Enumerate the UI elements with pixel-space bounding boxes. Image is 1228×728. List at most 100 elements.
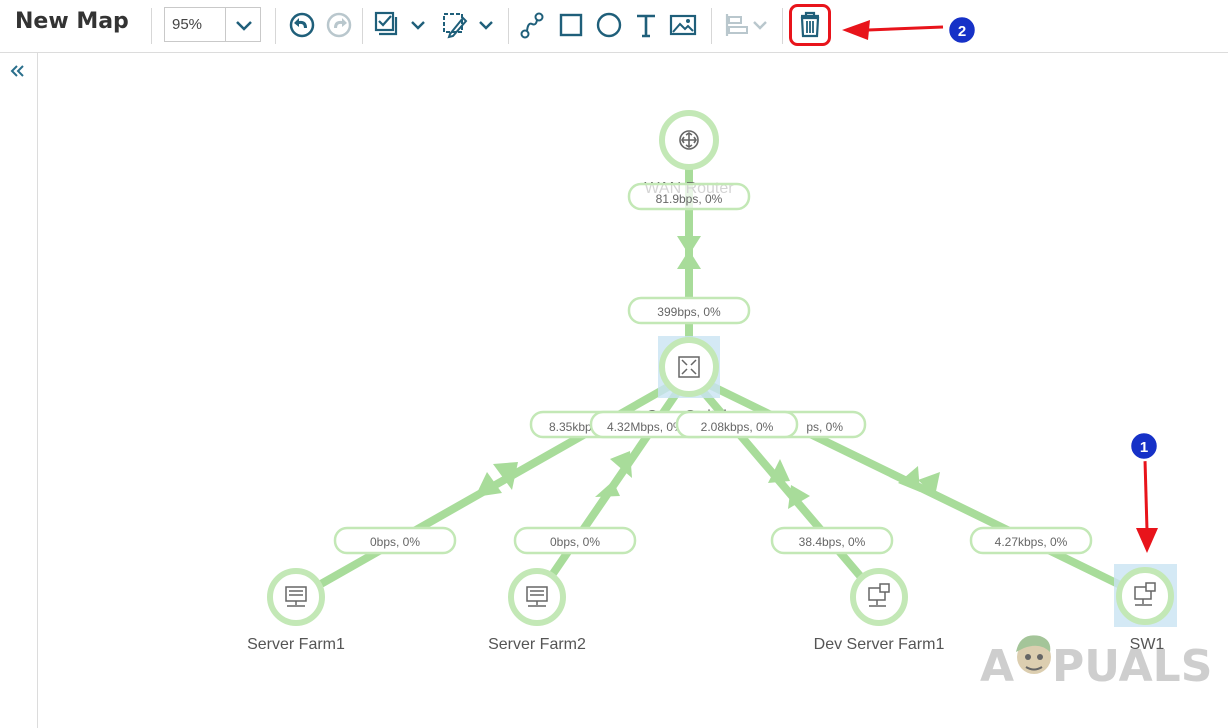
select-tool-button[interactable] [372, 8, 430, 42]
layout-edit-icon [443, 13, 493, 39]
side-panel [0, 53, 38, 728]
auto-layout-button[interactable] [438, 8, 496, 42]
svg-text:8.35kbps, 0%: 8.35kbps, 0% [549, 420, 622, 434]
node-core-switch[interactable]: Core Switch [646, 337, 732, 425]
node-wan-router[interactable]: WAN Router [644, 110, 734, 197]
router-icon [679, 130, 699, 150]
link-label-core-dev[interactable]: 2.08kbps, 0% [675, 410, 799, 439]
link-core-sf2 [533, 371, 693, 601]
svg-text:399bps, 0%: 399bps, 0% [657, 305, 721, 319]
arrow-down-to-core [677, 236, 701, 255]
arrow-dev-to-core [788, 485, 810, 509]
link-label-sf2-up[interactable]: 0bps, 0% [513, 526, 637, 555]
link-label-wan-up[interactable]: 81.9bps, 0% [627, 182, 751, 211]
link-core-sw1 [685, 371, 1149, 601]
text-tool-icon [637, 14, 655, 38]
link-label-dev-up[interactable]: 38.4bps, 0% [770, 526, 894, 555]
trash-icon [789, 4, 831, 46]
watermark-logo: A PUALS [980, 635, 1212, 692]
network-device-icon [868, 583, 890, 607]
draw-circle-button[interactable] [594, 8, 624, 42]
node-label: Dev Server Farm1 [814, 636, 945, 653]
network-device-icon [1134, 582, 1156, 606]
toolbar-divider [275, 8, 276, 44]
link-arrows [475, 236, 940, 509]
arrow-up-to-wan [677, 250, 701, 269]
arrow-sf2-to-core [610, 451, 632, 478]
node-label: Server Farm1 [247, 636, 345, 653]
add-text-button[interactable] [632, 8, 660, 42]
undo-icon [289, 12, 315, 38]
align-icon [725, 14, 767, 36]
watermark-text-right: PUALS [1052, 641, 1212, 692]
svg-text:81.9bps, 0%: 81.9bps, 0% [656, 192, 723, 206]
zoom-select[interactable]: 95% [164, 7, 261, 42]
toolbar-divider [711, 8, 712, 44]
node-sw1[interactable]: SW1 [1116, 567, 1174, 653]
double-chevron-left-icon [10, 65, 24, 77]
expand-panel-button[interactable] [8, 61, 28, 81]
svg-text:0bps, 0%: 0bps, 0% [370, 535, 420, 549]
toolbar: New Map 95% [0, 0, 1228, 53]
toolbar-divider [362, 8, 363, 44]
arrow-core-to-sw1 [898, 466, 920, 492]
map-canvas: WAN Router Core Switch Server Farm1 Serv… [247, 14, 1212, 692]
arrow-core-to-dev [768, 459, 790, 483]
arrow-core-to-sf2 [595, 481, 620, 497]
arrow-core-to-sf1 [475, 472, 502, 497]
select-checkbox-icon [374, 11, 425, 36]
link-label-sw1-up[interactable]: 4.27kbps, 0% [969, 526, 1093, 555]
node-label: WAN Router [644, 180, 734, 197]
node-dev-server-farm1[interactable]: Dev Server Farm1 [814, 568, 945, 653]
node-server-farm2[interactable]: Server Farm2 [488, 568, 586, 653]
redo-button[interactable] [324, 8, 354, 42]
zoom-dropdown-button[interactable] [225, 8, 262, 41]
svg-text:ps, 0%: ps, 0% [806, 420, 843, 434]
toolbar-divider [782, 8, 783, 44]
draw-link-button[interactable] [518, 8, 546, 42]
mascot-icon [1016, 635, 1051, 674]
watermark-text-left: A [980, 641, 1014, 692]
add-image-button[interactable] [668, 8, 698, 42]
link-label-core-sf2[interactable]: 4.32Mbps, 0% [589, 410, 713, 439]
link-core-sf1 [294, 371, 693, 601]
draw-rectangle-button[interactable] [557, 8, 585, 42]
undo-button[interactable] [287, 8, 317, 42]
svg-text:0bps, 0%: 0bps, 0% [550, 535, 600, 549]
svg-text:38.4bps, 0%: 38.4bps, 0% [799, 535, 866, 549]
arrow-sw1-to-core [918, 472, 940, 496]
callout-arrow-1: 1 [1128, 430, 1160, 553]
chevron-down-icon [236, 21, 252, 31]
delete-button[interactable] [789, 4, 831, 46]
svg-text:4.27kbps, 0%: 4.27kbps, 0% [995, 535, 1068, 549]
core-switch-selection [658, 336, 720, 398]
link-core-dev [685, 371, 882, 601]
svg-text:4.32Mbps, 0%: 4.32Mbps, 0% [607, 420, 684, 434]
image-icon [669, 14, 697, 36]
switch-icon [678, 356, 700, 378]
node-label: Core Switch [646, 408, 732, 425]
marker-badge-1: 1 [1140, 439, 1148, 456]
arrow-sf1-to-core [493, 462, 518, 490]
align-button[interactable] [722, 8, 772, 42]
svg-text:2.08kbps, 0%: 2.08kbps, 0% [701, 420, 774, 434]
toolbar-divider [151, 8, 152, 44]
zoom-value: 95% [172, 16, 203, 33]
link-label-wan-down[interactable]: 399bps, 0% [627, 296, 751, 325]
server-icon [285, 586, 307, 607]
link-label-sf1-up[interactable]: 0bps, 0% [333, 526, 457, 555]
node-server-farm1[interactable]: Server Farm1 [247, 568, 345, 653]
node-label: SW1 [1130, 636, 1165, 653]
redo-icon [326, 12, 352, 38]
circle-icon [596, 12, 622, 38]
link-label-core-sf1[interactable]: 8.35kbps, 0% [529, 410, 653, 439]
rectangle-icon [559, 13, 583, 37]
map-title: New Map [15, 9, 129, 34]
map-links [294, 164, 1149, 601]
link-label-core-sw1[interactable]: ps, 0% [743, 410, 867, 439]
node-label: Server Farm2 [488, 636, 586, 653]
sw1-selection [1114, 564, 1177, 627]
server-icon [526, 586, 548, 607]
link-tool-icon [520, 12, 544, 39]
toolbar-divider [508, 8, 509, 44]
